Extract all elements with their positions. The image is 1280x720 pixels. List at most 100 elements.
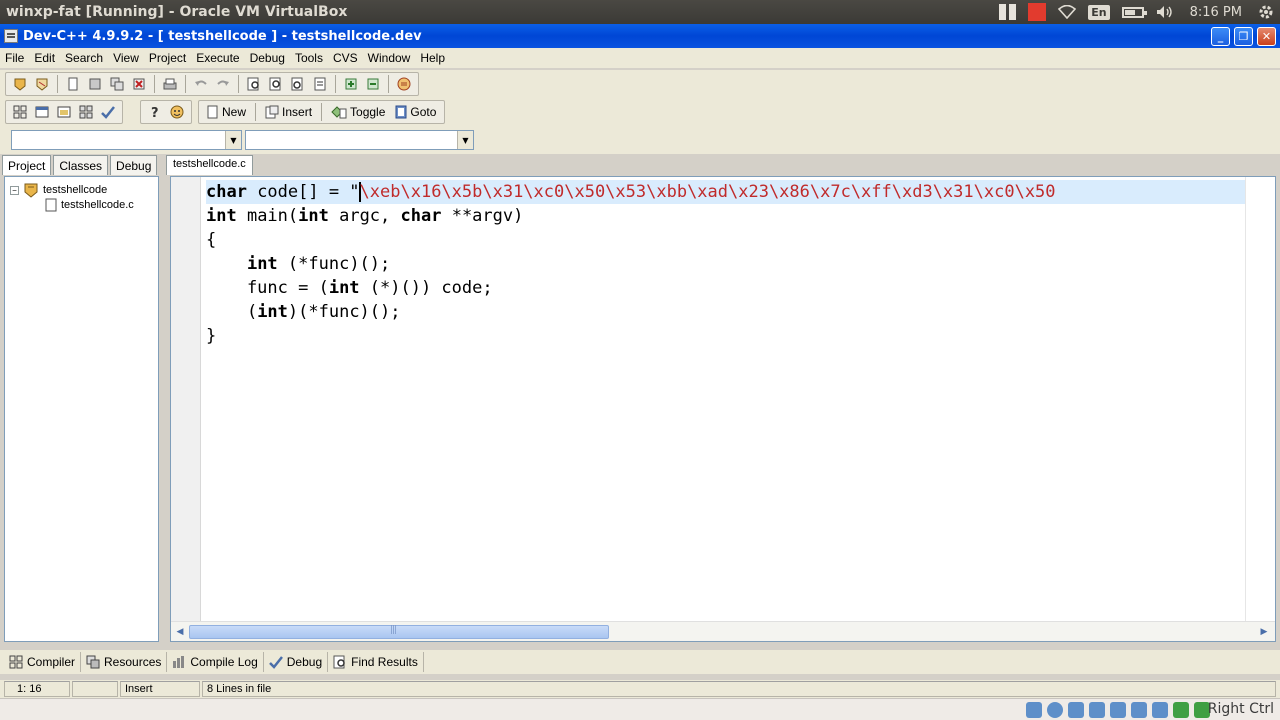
video-capture-icon[interactable] xyxy=(1152,702,1168,718)
hard-disk-icon[interactable] xyxy=(1026,702,1042,718)
rebuild-all-icon[interactable] xyxy=(76,102,96,122)
code-line[interactable]: int main(int argc, char **argv) xyxy=(206,204,1245,228)
minimize-button[interactable]: _ xyxy=(1211,27,1230,46)
compile-run-icon[interactable] xyxy=(54,102,74,122)
find-results-icon xyxy=(333,655,345,669)
debug-check-icon[interactable] xyxy=(98,102,118,122)
menu-tools[interactable]: Tools xyxy=(290,51,328,65)
menu-debug[interactable]: Debug xyxy=(245,51,290,65)
stop-icon[interactable] xyxy=(1022,0,1052,24)
undo-icon[interactable] xyxy=(191,74,211,94)
tab-classes[interactable]: Classes xyxy=(53,155,109,175)
clock[interactable]: 8:16 PM xyxy=(1180,0,1252,24)
goto-line-icon[interactable] xyxy=(310,74,330,94)
shared-folders-icon[interactable] xyxy=(1110,702,1126,718)
tab-compiler-label: Compiler xyxy=(27,655,76,669)
tab-compile-log-label: Compile Log xyxy=(190,655,258,669)
debug-check-icon xyxy=(268,656,283,669)
scroll-left-arrow-icon[interactable]: ◀ xyxy=(173,625,187,639)
save-icon[interactable] xyxy=(85,74,105,94)
vertical-scrollbar[interactable] xyxy=(1245,177,1275,623)
app-icon[interactable] xyxy=(4,29,18,43)
tab-compile-log[interactable]: Compile Log xyxy=(167,652,264,672)
print-icon[interactable] xyxy=(160,74,180,94)
tree-item-project[interactable]: − testshellcode xyxy=(10,182,107,198)
close-file-icon[interactable] xyxy=(129,74,149,94)
class-combo[interactable]: ▼ xyxy=(11,130,242,150)
goto-label: Goto xyxy=(410,105,437,119)
resources-icon xyxy=(86,655,100,669)
display-icon[interactable] xyxy=(1131,702,1147,718)
horizontal-scrollbar[interactable]: ◀ ▶ xyxy=(171,621,1275,641)
menu-search[interactable]: Search xyxy=(60,51,108,65)
mouse-integration-icon[interactable] xyxy=(1173,702,1189,718)
scrollbar-thumb[interactable] xyxy=(189,625,609,639)
battery-icon[interactable] xyxy=(1116,0,1150,24)
collapse-icon[interactable]: − xyxy=(10,185,19,195)
remove-from-project-icon[interactable] xyxy=(363,74,383,94)
close-button[interactable]: ✕ xyxy=(1257,27,1276,46)
redo-icon[interactable] xyxy=(213,74,233,94)
tab-project[interactable]: Project xyxy=(2,155,52,175)
menu-help[interactable]: Help xyxy=(415,51,450,65)
usb-icon[interactable] xyxy=(1068,702,1084,718)
run-icon[interactable] xyxy=(32,102,52,122)
keyboard-language-indicator[interactable]: En xyxy=(1082,0,1115,24)
menu-window[interactable]: Window xyxy=(363,51,416,65)
edit-mode: Insert xyxy=(120,681,200,697)
network-icon[interactable] xyxy=(1052,0,1082,24)
restore-button[interactable]: ❐ xyxy=(1234,27,1253,46)
code-text: func = ( xyxy=(206,278,329,298)
tab-debug[interactable]: Debug xyxy=(110,155,158,175)
add-to-project-icon[interactable] xyxy=(341,74,361,94)
find-next-icon[interactable] xyxy=(288,74,308,94)
code-keyword: int xyxy=(257,302,288,322)
help-icon[interactable]: ? xyxy=(145,102,165,122)
tree-item-file[interactable]: testshellcode.c xyxy=(45,198,134,212)
about-icon[interactable] xyxy=(167,102,187,122)
open-file-icon[interactable] xyxy=(32,74,52,94)
network-adapter-icon[interactable] xyxy=(1089,702,1105,718)
replace-icon[interactable] xyxy=(266,74,286,94)
code-keyword: int xyxy=(328,278,360,298)
optical-drive-icon[interactable] xyxy=(1047,702,1063,718)
tab-debug-bottom[interactable]: Debug xyxy=(264,652,329,672)
new-bookmark-button[interactable]: New xyxy=(203,105,250,119)
chevron-down-icon[interactable]: ▼ xyxy=(457,131,473,149)
goto-button[interactable]: Goto xyxy=(391,105,440,119)
code-line[interactable]: char code[] = "\xeb\x16\x5b\x31\xc0\x50\… xyxy=(206,180,1245,204)
menu-cvs[interactable]: CVS xyxy=(328,51,363,65)
project-options-icon[interactable] xyxy=(394,74,414,94)
scroll-right-arrow-icon[interactable]: ▶ xyxy=(1257,625,1271,639)
editor-tab[interactable]: testshellcode.c xyxy=(166,155,253,175)
chevron-down-icon[interactable]: ▼ xyxy=(225,131,241,149)
code-editor[interactable]: char code[] = "\xeb\x16\x5b\x31\xc0\x50\… xyxy=(170,176,1276,642)
tab-find-results[interactable]: Find Results xyxy=(328,652,424,672)
tab-compiler[interactable]: Compiler xyxy=(4,652,82,672)
code-line[interactable]: } xyxy=(206,324,1245,348)
menu-project[interactable]: Project xyxy=(144,51,191,65)
new-file-icon[interactable] xyxy=(63,74,83,94)
save-all-icon[interactable] xyxy=(107,74,127,94)
code-line[interactable]: int (*func)(); xyxy=(206,252,1245,276)
volume-icon[interactable] xyxy=(1150,0,1180,24)
code-area[interactable]: char code[] = "\xeb\x16\x5b\x31\xc0\x50\… xyxy=(206,180,1245,348)
insert-button[interactable]: Insert xyxy=(261,105,316,119)
pause-icon[interactable] xyxy=(993,0,1022,24)
code-line[interactable]: { xyxy=(206,228,1245,252)
tab-resources[interactable]: Resources xyxy=(81,652,168,672)
toggle-button[interactable]: Toggle xyxy=(327,105,389,119)
gear-icon[interactable] xyxy=(1252,0,1280,24)
find-icon[interactable] xyxy=(244,74,264,94)
code-text: code[] = " xyxy=(246,182,360,202)
menu-execute[interactable]: Execute xyxy=(191,51,244,65)
menu-file[interactable]: File xyxy=(0,51,29,65)
code-keyword: char xyxy=(206,182,247,202)
code-line[interactable]: (int)(*func)(); xyxy=(206,300,1245,324)
menu-edit[interactable]: Edit xyxy=(29,51,60,65)
compile-icon[interactable] xyxy=(10,102,30,122)
member-combo[interactable]: ▼ xyxy=(245,130,474,150)
menu-view[interactable]: View xyxy=(108,51,144,65)
code-line[interactable]: func = (int (*)()) code; xyxy=(206,276,1245,300)
open-project-icon[interactable] xyxy=(10,74,30,94)
